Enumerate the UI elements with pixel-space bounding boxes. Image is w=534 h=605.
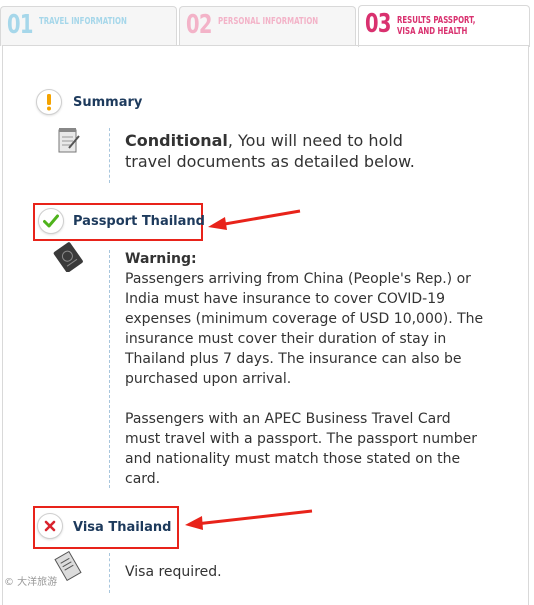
checkmark-icon [38,208,64,234]
tab-label: Travel information [39,16,127,27]
passport-divider [109,250,110,488]
notepad-icon [57,126,81,158]
passport-paragraph-2: Passengers with an APEC Business Travel … [125,411,477,487]
tab-travel-information[interactable]: 01 Travel information [0,6,177,46]
visa-text: Visa required. [125,564,222,580]
visa-icon [53,550,83,585]
passport-arrow-annotation [208,209,301,230]
passport-title: Passport Thailand [73,214,205,229]
visa-divider [109,553,110,593]
summary-title: Summary [73,95,143,110]
warning-heading: Warning: [125,251,197,267]
tab-number: 03 [365,9,391,39]
exclamation-icon [36,89,62,115]
watermark: © 大洋旅游 [4,577,58,588]
tab-number: 02 [186,10,212,40]
passport-paragraph-1: Passengers arriving from China (People's… [125,271,484,387]
visa-title: Visa Thailand [73,520,172,535]
passport-icon [52,242,84,276]
summary-text: Conditional, You will need to hold trave… [125,130,445,172]
tab-number: 01 [7,10,33,40]
visa-arrow-annotation [185,509,313,530]
tab-personal-information[interactable]: 02 Personal information [179,6,356,46]
tab-label: Results passport, visa and health [397,15,476,37]
summary-status: Conditional [125,131,228,150]
passport-details: Warning: Passengers arriving from China … [125,249,485,489]
cross-icon [37,513,63,539]
step-tabs: 01 Travel information 02 Personal inform… [0,0,534,47]
summary-divider [109,128,110,183]
tab-label: Personal information [218,16,319,27]
tab-results[interactable]: 03 Results passport, visa and health [358,5,530,47]
